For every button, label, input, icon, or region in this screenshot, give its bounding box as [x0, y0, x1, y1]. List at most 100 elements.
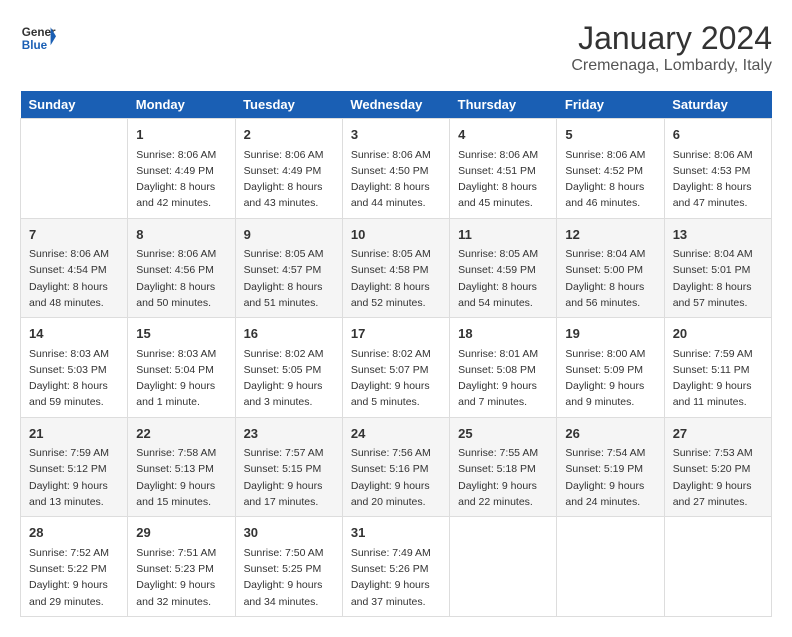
column-header-tuesday: Tuesday [235, 91, 342, 119]
week-row-4: 21Sunrise: 7:59 AMSunset: 5:12 PMDayligh… [21, 417, 772, 517]
calendar-cell: 27Sunrise: 7:53 AMSunset: 5:20 PMDayligh… [664, 417, 771, 517]
calendar-cell: 25Sunrise: 7:55 AMSunset: 5:18 PMDayligh… [450, 417, 557, 517]
column-header-friday: Friday [557, 91, 664, 119]
day-number: 14 [29, 324, 119, 344]
day-info: Sunrise: 7:54 AMSunset: 5:19 PMDaylight:… [565, 445, 655, 510]
day-number: 18 [458, 324, 548, 344]
calendar-cell: 29Sunrise: 7:51 AMSunset: 5:23 PMDayligh… [128, 517, 235, 617]
day-info: Sunrise: 8:02 AMSunset: 5:07 PMDaylight:… [351, 346, 441, 411]
calendar-cell: 7Sunrise: 8:06 AMSunset: 4:54 PMDaylight… [21, 218, 128, 318]
day-number: 12 [565, 225, 655, 245]
day-info: Sunrise: 8:06 AMSunset: 4:56 PMDaylight:… [136, 246, 226, 311]
day-number: 13 [673, 225, 763, 245]
day-number: 22 [136, 424, 226, 444]
day-number: 21 [29, 424, 119, 444]
day-info: Sunrise: 8:05 AMSunset: 4:57 PMDaylight:… [244, 246, 334, 311]
calendar-cell: 8Sunrise: 8:06 AMSunset: 4:56 PMDaylight… [128, 218, 235, 318]
calendar-cell [664, 517, 771, 617]
day-info: Sunrise: 8:03 AMSunset: 5:04 PMDaylight:… [136, 346, 226, 411]
day-number: 3 [351, 125, 441, 145]
calendar-cell: 9Sunrise: 8:05 AMSunset: 4:57 PMDaylight… [235, 218, 342, 318]
day-info: Sunrise: 8:06 AMSunset: 4:53 PMDaylight:… [673, 147, 763, 212]
day-number: 6 [673, 125, 763, 145]
column-header-monday: Monday [128, 91, 235, 119]
day-number: 20 [673, 324, 763, 344]
calendar-table: SundayMondayTuesdayWednesdayThursdayFrid… [20, 91, 772, 617]
logo-icon: General Blue [20, 20, 56, 56]
day-number: 1 [136, 125, 226, 145]
week-row-3: 14Sunrise: 8:03 AMSunset: 5:03 PMDayligh… [21, 318, 772, 418]
calendar-cell: 6Sunrise: 8:06 AMSunset: 4:53 PMDaylight… [664, 119, 771, 219]
day-info: Sunrise: 7:59 AMSunset: 5:12 PMDaylight:… [29, 445, 119, 510]
column-header-thursday: Thursday [450, 91, 557, 119]
day-info: Sunrise: 7:59 AMSunset: 5:11 PMDaylight:… [673, 346, 763, 411]
title-section: January 2024 Cremenaga, Lombardy, Italy [571, 20, 772, 75]
day-number: 9 [244, 225, 334, 245]
calendar-cell: 3Sunrise: 8:06 AMSunset: 4:50 PMDaylight… [342, 119, 449, 219]
calendar-cell [557, 517, 664, 617]
calendar-cell: 2Sunrise: 8:06 AMSunset: 4:49 PMDaylight… [235, 119, 342, 219]
column-header-sunday: Sunday [21, 91, 128, 119]
day-info: Sunrise: 8:06 AMSunset: 4:50 PMDaylight:… [351, 147, 441, 212]
day-info: Sunrise: 8:06 AMSunset: 4:49 PMDaylight:… [244, 147, 334, 212]
day-info: Sunrise: 8:05 AMSunset: 4:59 PMDaylight:… [458, 246, 548, 311]
day-info: Sunrise: 8:02 AMSunset: 5:05 PMDaylight:… [244, 346, 334, 411]
day-number: 26 [565, 424, 655, 444]
day-info: Sunrise: 8:06 AMSunset: 4:49 PMDaylight:… [136, 147, 226, 212]
day-info: Sunrise: 7:55 AMSunset: 5:18 PMDaylight:… [458, 445, 548, 510]
day-number: 8 [136, 225, 226, 245]
day-info: Sunrise: 8:00 AMSunset: 5:09 PMDaylight:… [565, 346, 655, 411]
day-info: Sunrise: 8:04 AMSunset: 5:01 PMDaylight:… [673, 246, 763, 311]
day-number: 17 [351, 324, 441, 344]
main-title: January 2024 [571, 20, 772, 57]
day-number: 19 [565, 324, 655, 344]
day-info: Sunrise: 7:56 AMSunset: 5:16 PMDaylight:… [351, 445, 441, 510]
calendar-cell: 24Sunrise: 7:56 AMSunset: 5:16 PMDayligh… [342, 417, 449, 517]
day-number: 23 [244, 424, 334, 444]
day-number: 5 [565, 125, 655, 145]
day-info: Sunrise: 8:01 AMSunset: 5:08 PMDaylight:… [458, 346, 548, 411]
week-row-1: 1Sunrise: 8:06 AMSunset: 4:49 PMDaylight… [21, 119, 772, 219]
day-number: 30 [244, 523, 334, 543]
day-number: 25 [458, 424, 548, 444]
calendar-cell: 14Sunrise: 8:03 AMSunset: 5:03 PMDayligh… [21, 318, 128, 418]
calendar-cell: 23Sunrise: 7:57 AMSunset: 5:15 PMDayligh… [235, 417, 342, 517]
day-number: 16 [244, 324, 334, 344]
calendar-cell [21, 119, 128, 219]
day-info: Sunrise: 7:58 AMSunset: 5:13 PMDaylight:… [136, 445, 226, 510]
logo: General Blue [20, 20, 56, 56]
day-number: 31 [351, 523, 441, 543]
day-info: Sunrise: 8:06 AMSunset: 4:54 PMDaylight:… [29, 246, 119, 311]
calendar-cell: 1Sunrise: 8:06 AMSunset: 4:49 PMDaylight… [128, 119, 235, 219]
calendar-cell: 18Sunrise: 8:01 AMSunset: 5:08 PMDayligh… [450, 318, 557, 418]
header: General Blue January 2024 Cremenaga, Lom… [20, 20, 772, 75]
day-info: Sunrise: 7:51 AMSunset: 5:23 PMDaylight:… [136, 545, 226, 610]
day-info: Sunrise: 7:52 AMSunset: 5:22 PMDaylight:… [29, 545, 119, 610]
day-number: 7 [29, 225, 119, 245]
day-info: Sunrise: 8:06 AMSunset: 4:51 PMDaylight:… [458, 147, 548, 212]
column-header-wednesday: Wednesday [342, 91, 449, 119]
calendar-cell: 5Sunrise: 8:06 AMSunset: 4:52 PMDaylight… [557, 119, 664, 219]
day-number: 10 [351, 225, 441, 245]
day-info: Sunrise: 8:04 AMSunset: 5:00 PMDaylight:… [565, 246, 655, 311]
calendar-cell: 15Sunrise: 8:03 AMSunset: 5:04 PMDayligh… [128, 318, 235, 418]
day-number: 11 [458, 225, 548, 245]
week-row-5: 28Sunrise: 7:52 AMSunset: 5:22 PMDayligh… [21, 517, 772, 617]
day-info: Sunrise: 8:05 AMSunset: 4:58 PMDaylight:… [351, 246, 441, 311]
calendar-cell: 17Sunrise: 8:02 AMSunset: 5:07 PMDayligh… [342, 318, 449, 418]
header-row: SundayMondayTuesdayWednesdayThursdayFrid… [21, 91, 772, 119]
calendar-cell: 30Sunrise: 7:50 AMSunset: 5:25 PMDayligh… [235, 517, 342, 617]
calendar-cell: 21Sunrise: 7:59 AMSunset: 5:12 PMDayligh… [21, 417, 128, 517]
calendar-cell: 11Sunrise: 8:05 AMSunset: 4:59 PMDayligh… [450, 218, 557, 318]
calendar-cell: 20Sunrise: 7:59 AMSunset: 5:11 PMDayligh… [664, 318, 771, 418]
calendar-cell: 28Sunrise: 7:52 AMSunset: 5:22 PMDayligh… [21, 517, 128, 617]
day-info: Sunrise: 7:49 AMSunset: 5:26 PMDaylight:… [351, 545, 441, 610]
day-number: 2 [244, 125, 334, 145]
day-info: Sunrise: 8:06 AMSunset: 4:52 PMDaylight:… [565, 147, 655, 212]
day-number: 15 [136, 324, 226, 344]
calendar-cell: 10Sunrise: 8:05 AMSunset: 4:58 PMDayligh… [342, 218, 449, 318]
calendar-cell: 31Sunrise: 7:49 AMSunset: 5:26 PMDayligh… [342, 517, 449, 617]
day-info: Sunrise: 7:50 AMSunset: 5:25 PMDaylight:… [244, 545, 334, 610]
calendar-cell: 22Sunrise: 7:58 AMSunset: 5:13 PMDayligh… [128, 417, 235, 517]
day-number: 4 [458, 125, 548, 145]
